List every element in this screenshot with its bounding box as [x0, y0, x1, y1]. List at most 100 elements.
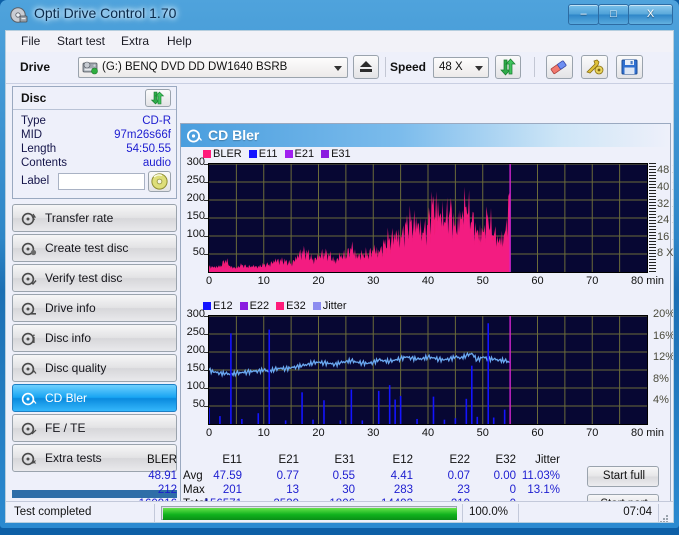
cd-bler-e12-jitter-chart: E12 E22 E32 Jitter 50 100 150 200 250 300 4% 8% 12…	[181, 300, 673, 440]
x-axis-tick-label: 0	[205, 427, 213, 439]
refresh-speed-button[interactable]	[495, 55, 521, 79]
sidebar-item-label: Verify test disc	[45, 271, 123, 285]
disc-create-icon	[21, 241, 37, 257]
menu-help[interactable]: Help	[162, 34, 197, 49]
stats-cell: 48.91	[148, 470, 177, 482]
disc-refresh-button[interactable]	[145, 89, 171, 107]
disc-transfer-icon	[21, 211, 37, 227]
menu-start-test[interactable]: Start test	[52, 34, 110, 49]
secondary-axis-tick-label: 12%	[653, 351, 674, 364]
secondary-axis-tick-label: 8 X	[657, 247, 674, 260]
x-axis-tick-label: 60	[531, 427, 544, 439]
x-axis-tick-label: 10	[257, 275, 270, 287]
sidebar-item-transfer-rate[interactable]: Transfer rate	[12, 204, 177, 232]
test-buttons-list: Transfer rate Create test disc Verify te…	[12, 204, 177, 474]
speed-select[interactable]: 48 X	[433, 57, 489, 78]
chart2-plot-area	[208, 315, 648, 425]
sidebar-item-label: Drive info	[45, 301, 96, 315]
x-axis-tick-label: 60	[531, 275, 544, 287]
stats-cell: 201	[222, 484, 242, 496]
disc-bler-icon	[186, 128, 203, 144]
sidebar-item-disc-quality[interactable]: Disc quality	[12, 354, 177, 382]
secondary-axis-tick-label: 16 X	[657, 230, 673, 243]
maximize-button[interactable]: □	[598, 4, 629, 25]
legend-label: BLER	[213, 148, 242, 160]
secondary-axis-tick-label: 16%	[653, 329, 674, 342]
stats-cell: 13	[286, 484, 299, 496]
legend-swatch	[276, 302, 285, 310]
stats-cell: 11.03%	[521, 470, 560, 482]
disc-bler-icon	[21, 391, 37, 407]
legend-swatch	[284, 150, 293, 158]
x-axis-tick-label: 40	[421, 427, 435, 439]
sidebar-item-label: CD Bler	[45, 391, 88, 405]
legend-label: E11	[258, 148, 278, 160]
legend-label: E22	[249, 300, 270, 312]
stats-column-header: BLER	[146, 454, 177, 466]
y-axis-tick-label: 100	[186, 380, 205, 392]
y-axis-tick-label: 200	[186, 344, 205, 356]
tools-button[interactable]	[581, 55, 608, 79]
disc-box-title: Disc	[21, 91, 47, 105]
close-button[interactable]: X	[628, 4, 673, 25]
stats-column-header: Jitter	[535, 454, 560, 466]
window-title: Opti Drive Control 1.70	[34, 5, 177, 21]
cd-bler-errors-chart: BLERE11E21E31 50100150200250300 8 X16 X2…	[181, 148, 673, 288]
menu-extra[interactable]: Extra	[116, 34, 154, 49]
x-axis-tick-label: 70	[586, 275, 599, 287]
drive-value: (G:) BENQ DVD DD DW1640 BSRB	[102, 61, 288, 73]
sidebar-item-cd-bler[interactable]: CD Bler	[12, 384, 177, 412]
disc-box-header: Disc	[13, 87, 176, 110]
disc-field-value-contents: audio	[142, 157, 171, 169]
sidebar-item-drive-info[interactable]: Drive info	[12, 294, 177, 322]
x-axis-tick-label: 40	[421, 275, 435, 287]
sidebar-item-create-test-disc[interactable]: Create test disc	[12, 234, 177, 262]
disc-icon	[10, 6, 28, 24]
x-axis-tick-label: 10	[257, 427, 270, 439]
stats-cell: 47.59	[213, 470, 242, 482]
content-panel: CD Bler BLER E11 E21 E31 50 100 150 200 250 300 …	[139, 123, 673, 516]
disc-field-label-contents: Contents	[21, 157, 68, 169]
floppy-save-icon	[617, 59, 642, 82]
speed-value: 48 X	[439, 61, 463, 73]
chart1-plot-area	[208, 163, 648, 273]
disc-label-input[interactable]	[58, 173, 145, 190]
progress-bar-fill	[163, 508, 457, 520]
disc-field-value-length: 54:50.55	[126, 143, 171, 155]
start-full-button[interactable]: Start full	[587, 466, 659, 487]
minimize-button[interactable]: –	[568, 4, 599, 25]
y-axis-tick-label: 100	[186, 228, 205, 240]
chevron-down-icon	[334, 66, 342, 71]
disc-field-label-mid: MID	[21, 129, 43, 141]
status-separator-3	[518, 504, 519, 522]
legend-swatch	[312, 302, 321, 310]
secondary-axis-tick-label: 40 X	[657, 180, 673, 193]
y-axis-tick-label: 250	[186, 174, 205, 186]
resize-grip[interactable]	[659, 511, 669, 522]
menu-file[interactable]: File	[16, 34, 45, 49]
drive-select[interactable]: (G:) BENQ DVD DD DW1640 BSRB	[78, 57, 348, 78]
sidebar-item-label: Extra tests	[45, 451, 102, 465]
y-axis-tick-label: 250	[186, 326, 205, 338]
drive-icon	[82, 60, 98, 75]
stats-cell: 0.55	[332, 470, 355, 482]
disc-field-value-type: CD-R	[142, 115, 171, 127]
sidebar-item-disc-info[interactable]: Disc info	[12, 324, 177, 352]
eraser-icon	[547, 60, 572, 82]
x-axis-tick-label: 50	[476, 275, 489, 287]
disc-label-button[interactable]	[148, 171, 171, 192]
legend-label: E31	[331, 148, 351, 160]
x-axis-tick-label: 0	[205, 275, 213, 287]
sidebar-item-fe-te[interactable]: FE / TE	[12, 414, 177, 442]
elapsed-time: 07:04	[623, 506, 652, 518]
y-axis-tick-label: 150	[186, 210, 205, 222]
disc-info-icon	[21, 331, 37, 347]
erase-button[interactable]	[546, 55, 573, 79]
sidebar-item-verify-test-disc[interactable]: Verify test disc	[12, 264, 177, 292]
y-axis-tick-label: 200	[186, 192, 205, 204]
x-axis-tick-label: 80 min	[631, 427, 665, 439]
disc-drive-icon	[21, 301, 37, 317]
cd-disc-icon	[149, 173, 170, 195]
eject-button[interactable]	[353, 55, 379, 79]
save-button[interactable]	[616, 55, 643, 79]
